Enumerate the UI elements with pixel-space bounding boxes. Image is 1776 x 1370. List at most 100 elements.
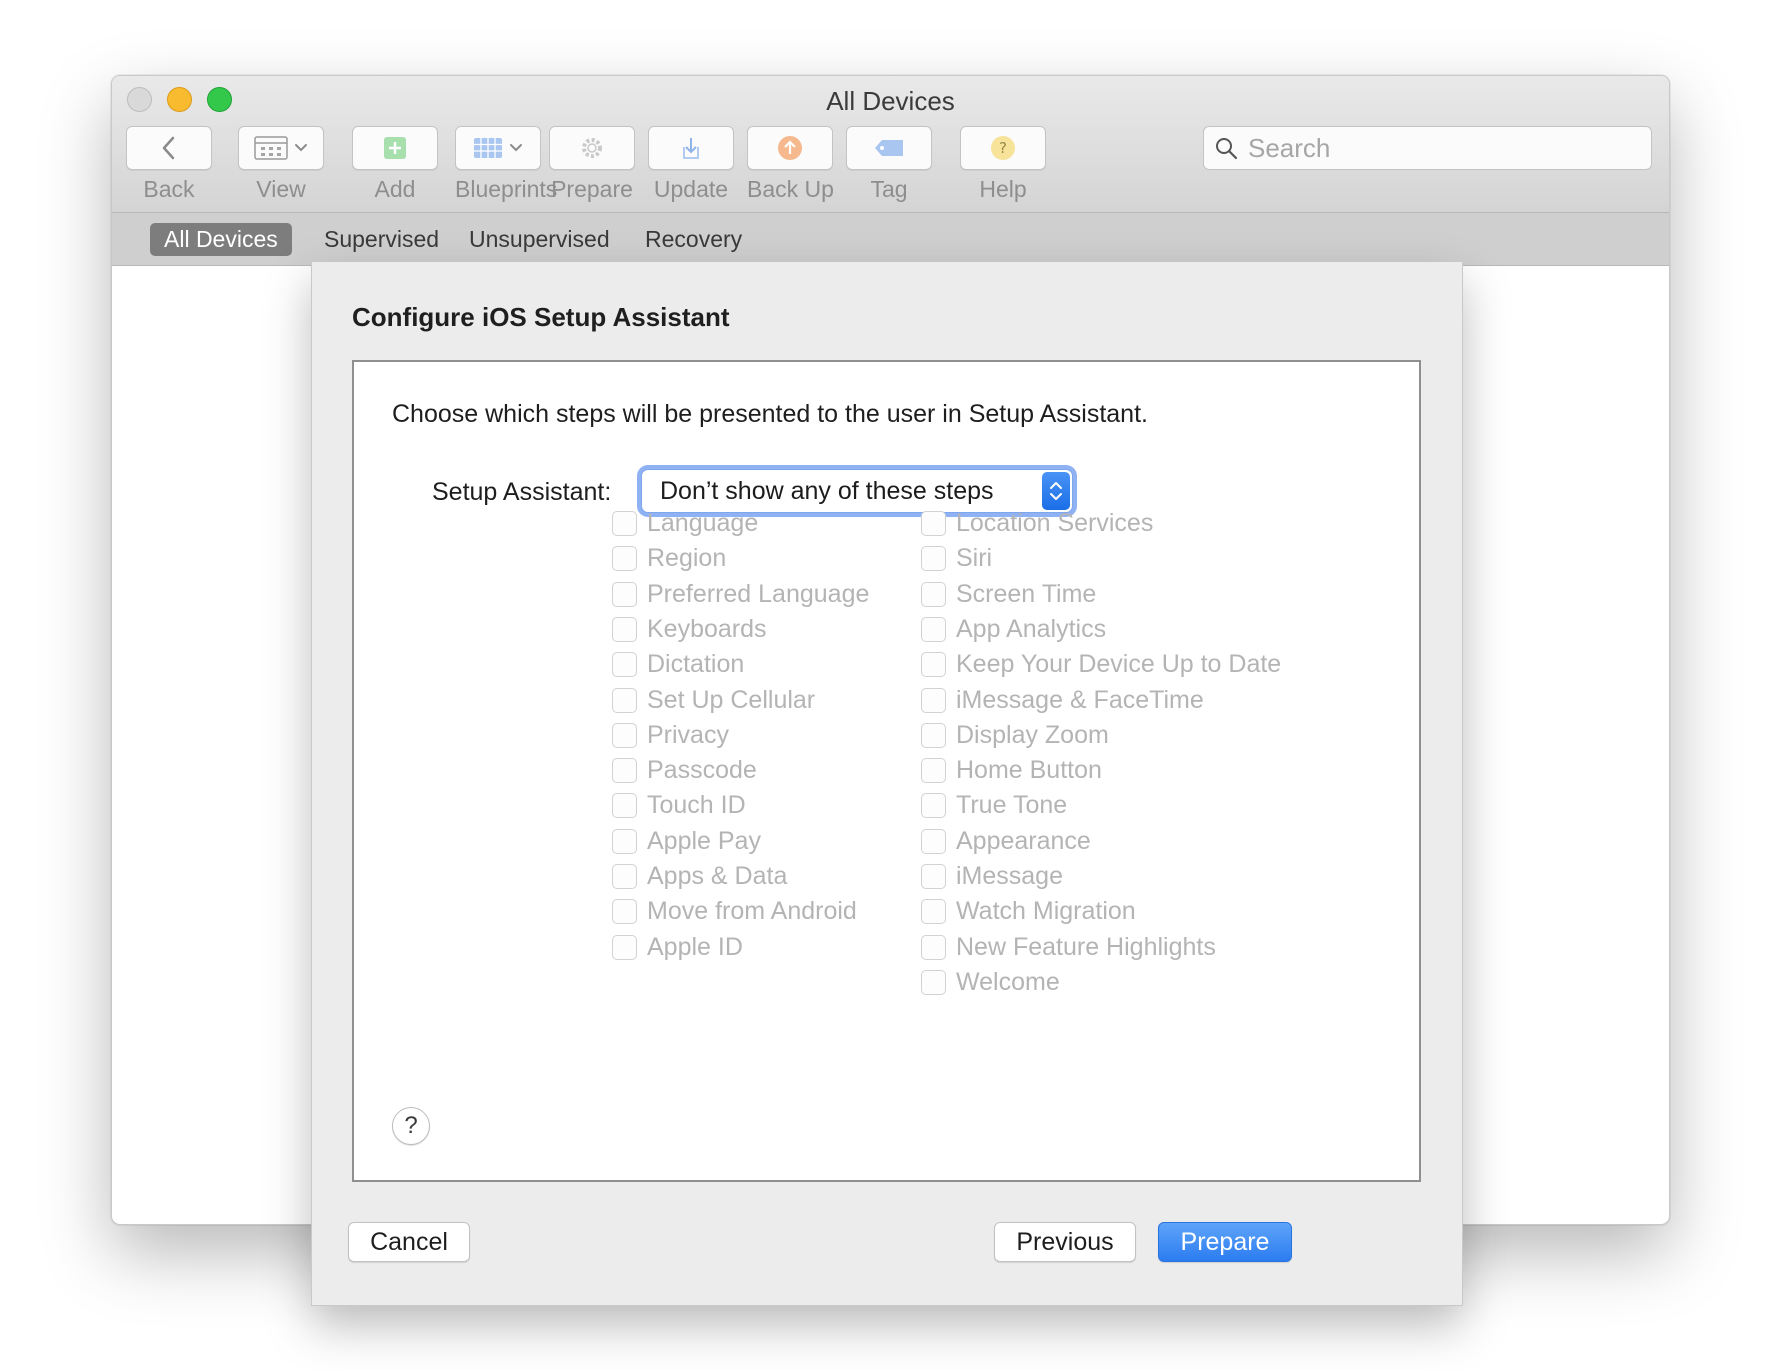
help-toolbar-button[interactable]: ? [960, 126, 1046, 170]
step-checkbox[interactable] [921, 898, 946, 924]
title-bar: All Devices Back View Add Blueprints Pre… [112, 76, 1669, 213]
backup-button[interactable] [747, 126, 833, 170]
step-checkbox[interactable] [921, 687, 946, 713]
toolbar-add[interactable]: Add [352, 126, 438, 203]
prepare-toolbar-button[interactable] [549, 126, 635, 170]
step-checkbox-label: New Feature Highlights [956, 932, 1216, 961]
step-checkbox[interactable] [612, 863, 637, 889]
step-checkbox-label: Apple ID [647, 932, 743, 961]
step-checkbox-row[interactable]: Keyboards [612, 613, 767, 645]
step-checkbox-label: True Tone [956, 790, 1068, 819]
step-checkbox[interactable] [612, 651, 637, 677]
step-checkbox-row[interactable]: Apple ID [612, 931, 743, 963]
step-checkbox-row[interactable]: Screen Time [921, 578, 1096, 610]
step-checkbox-row[interactable]: Apps & Data [612, 860, 787, 892]
step-checkbox[interactable] [612, 687, 637, 713]
step-checkbox-row[interactable]: iMessage & FaceTime [921, 684, 1204, 716]
instructions-text: Choose which steps will be presented to … [392, 400, 1148, 428]
step-checkbox-row[interactable]: Apple Pay [612, 825, 761, 857]
toolbar-tag[interactable]: Tag [846, 126, 932, 203]
toolbar-view[interactable]: View [238, 126, 324, 203]
step-checkbox[interactable] [921, 616, 946, 642]
scope-unsupervised[interactable]: Unsupervised [455, 223, 624, 256]
step-checkbox[interactable] [921, 934, 946, 960]
step-checkbox-row[interactable]: iMessage [921, 860, 1063, 892]
step-checkbox-label: Set Up Cellular [647, 685, 816, 714]
update-label: Update [653, 176, 729, 202]
toolbar-prepare[interactable]: Prepare [549, 126, 635, 203]
help-button[interactable]: ? [392, 1107, 430, 1145]
step-checkbox-row[interactable]: Siri [921, 542, 992, 574]
step-checkbox[interactable] [921, 828, 946, 854]
toolbar-blueprints[interactable]: Blueprints [455, 126, 557, 203]
step-checkbox-row[interactable]: Language [612, 507, 758, 539]
step-checkbox[interactable] [612, 757, 637, 783]
step-checkbox[interactable] [921, 863, 946, 889]
step-checkbox[interactable] [612, 898, 637, 924]
gear-icon [582, 138, 602, 158]
step-checkbox-row[interactable]: Location Services [921, 507, 1153, 539]
step-checkbox-row[interactable]: Touch ID [612, 789, 746, 821]
step-checkbox-label: Appearance [956, 826, 1091, 855]
step-checkbox-label: Keyboards [647, 614, 767, 643]
scope-all-devices[interactable]: All Devices [150, 223, 292, 256]
previous-button[interactable]: Previous [994, 1222, 1136, 1262]
step-checkbox[interactable] [921, 792, 946, 818]
toolbar-help[interactable]: ? Help [960, 126, 1046, 203]
step-checkbox-row[interactable]: True Tone [921, 789, 1067, 821]
cancel-button[interactable]: Cancel [348, 1222, 470, 1262]
step-checkbox-row[interactable]: Region [612, 542, 726, 574]
step-checkbox[interactable] [612, 510, 637, 536]
step-checkbox[interactable] [612, 722, 637, 748]
back-button[interactable] [126, 126, 212, 170]
step-checkbox[interactable] [612, 934, 637, 960]
add-button[interactable] [352, 126, 438, 170]
step-checkbox-row[interactable]: Welcome [921, 966, 1060, 998]
step-checkbox[interactable] [921, 969, 946, 995]
step-checkbox[interactable] [921, 545, 946, 571]
step-checkbox-label: Welcome [956, 967, 1060, 996]
step-checkbox-row[interactable]: Set Up Cellular [612, 684, 815, 716]
update-button[interactable] [648, 126, 734, 170]
blueprints-button[interactable] [455, 126, 541, 170]
step-checkbox[interactable] [921, 581, 946, 607]
step-checkbox-row[interactable]: Preferred Language [612, 578, 869, 610]
search-field[interactable]: Search [1203, 126, 1652, 170]
scope-supervised[interactable]: Supervised [310, 223, 453, 256]
chevron-down-icon [510, 144, 522, 152]
step-checkbox[interactable] [612, 581, 637, 607]
step-checkbox-row[interactable]: Watch Migration [921, 895, 1136, 927]
view-button[interactable] [238, 126, 324, 170]
step-checkbox[interactable] [921, 722, 946, 748]
plus-icon [384, 137, 406, 159]
toolbar-back[interactable]: Back [126, 126, 212, 203]
prepare-button[interactable]: Prepare [1158, 1222, 1292, 1262]
step-checkbox[interactable] [921, 651, 946, 677]
settings-panel: Choose which steps will be presented to … [352, 360, 1421, 1182]
step-checkbox-row[interactable]: Appearance [921, 825, 1091, 857]
backup-label: Back Up [747, 176, 834, 202]
step-checkbox-row[interactable]: App Analytics [921, 613, 1106, 645]
question-icon: ? [991, 136, 1015, 160]
step-checkbox[interactable] [612, 616, 637, 642]
step-checkbox-row[interactable]: Move from Android [612, 895, 857, 927]
scope-recovery[interactable]: Recovery [631, 223, 756, 256]
step-checkbox[interactable] [612, 545, 637, 571]
step-checkbox-label: Display Zoom [956, 720, 1109, 749]
step-checkbox-row[interactable]: Passcode [612, 754, 757, 786]
step-checkbox[interactable] [612, 828, 637, 854]
toolbar-update[interactable]: Update [648, 126, 734, 203]
step-checkbox[interactable] [921, 757, 946, 783]
toolbar-backup[interactable]: Back Up [747, 126, 834, 203]
chevron-down-icon [295, 144, 307, 152]
step-checkbox-row[interactable]: Keep Your Device Up to Date [921, 648, 1281, 680]
download-arrow-icon [683, 138, 699, 159]
step-checkbox-row[interactable]: New Feature Highlights [921, 931, 1216, 963]
step-checkbox-row[interactable]: Privacy [612, 719, 729, 751]
step-checkbox-row[interactable]: Display Zoom [921, 719, 1109, 751]
step-checkbox-row[interactable]: Dictation [612, 648, 744, 680]
step-checkbox-row[interactable]: Home Button [921, 754, 1102, 786]
step-checkbox[interactable] [612, 792, 637, 818]
tag-button[interactable] [846, 126, 932, 170]
step-checkbox[interactable] [921, 510, 946, 536]
